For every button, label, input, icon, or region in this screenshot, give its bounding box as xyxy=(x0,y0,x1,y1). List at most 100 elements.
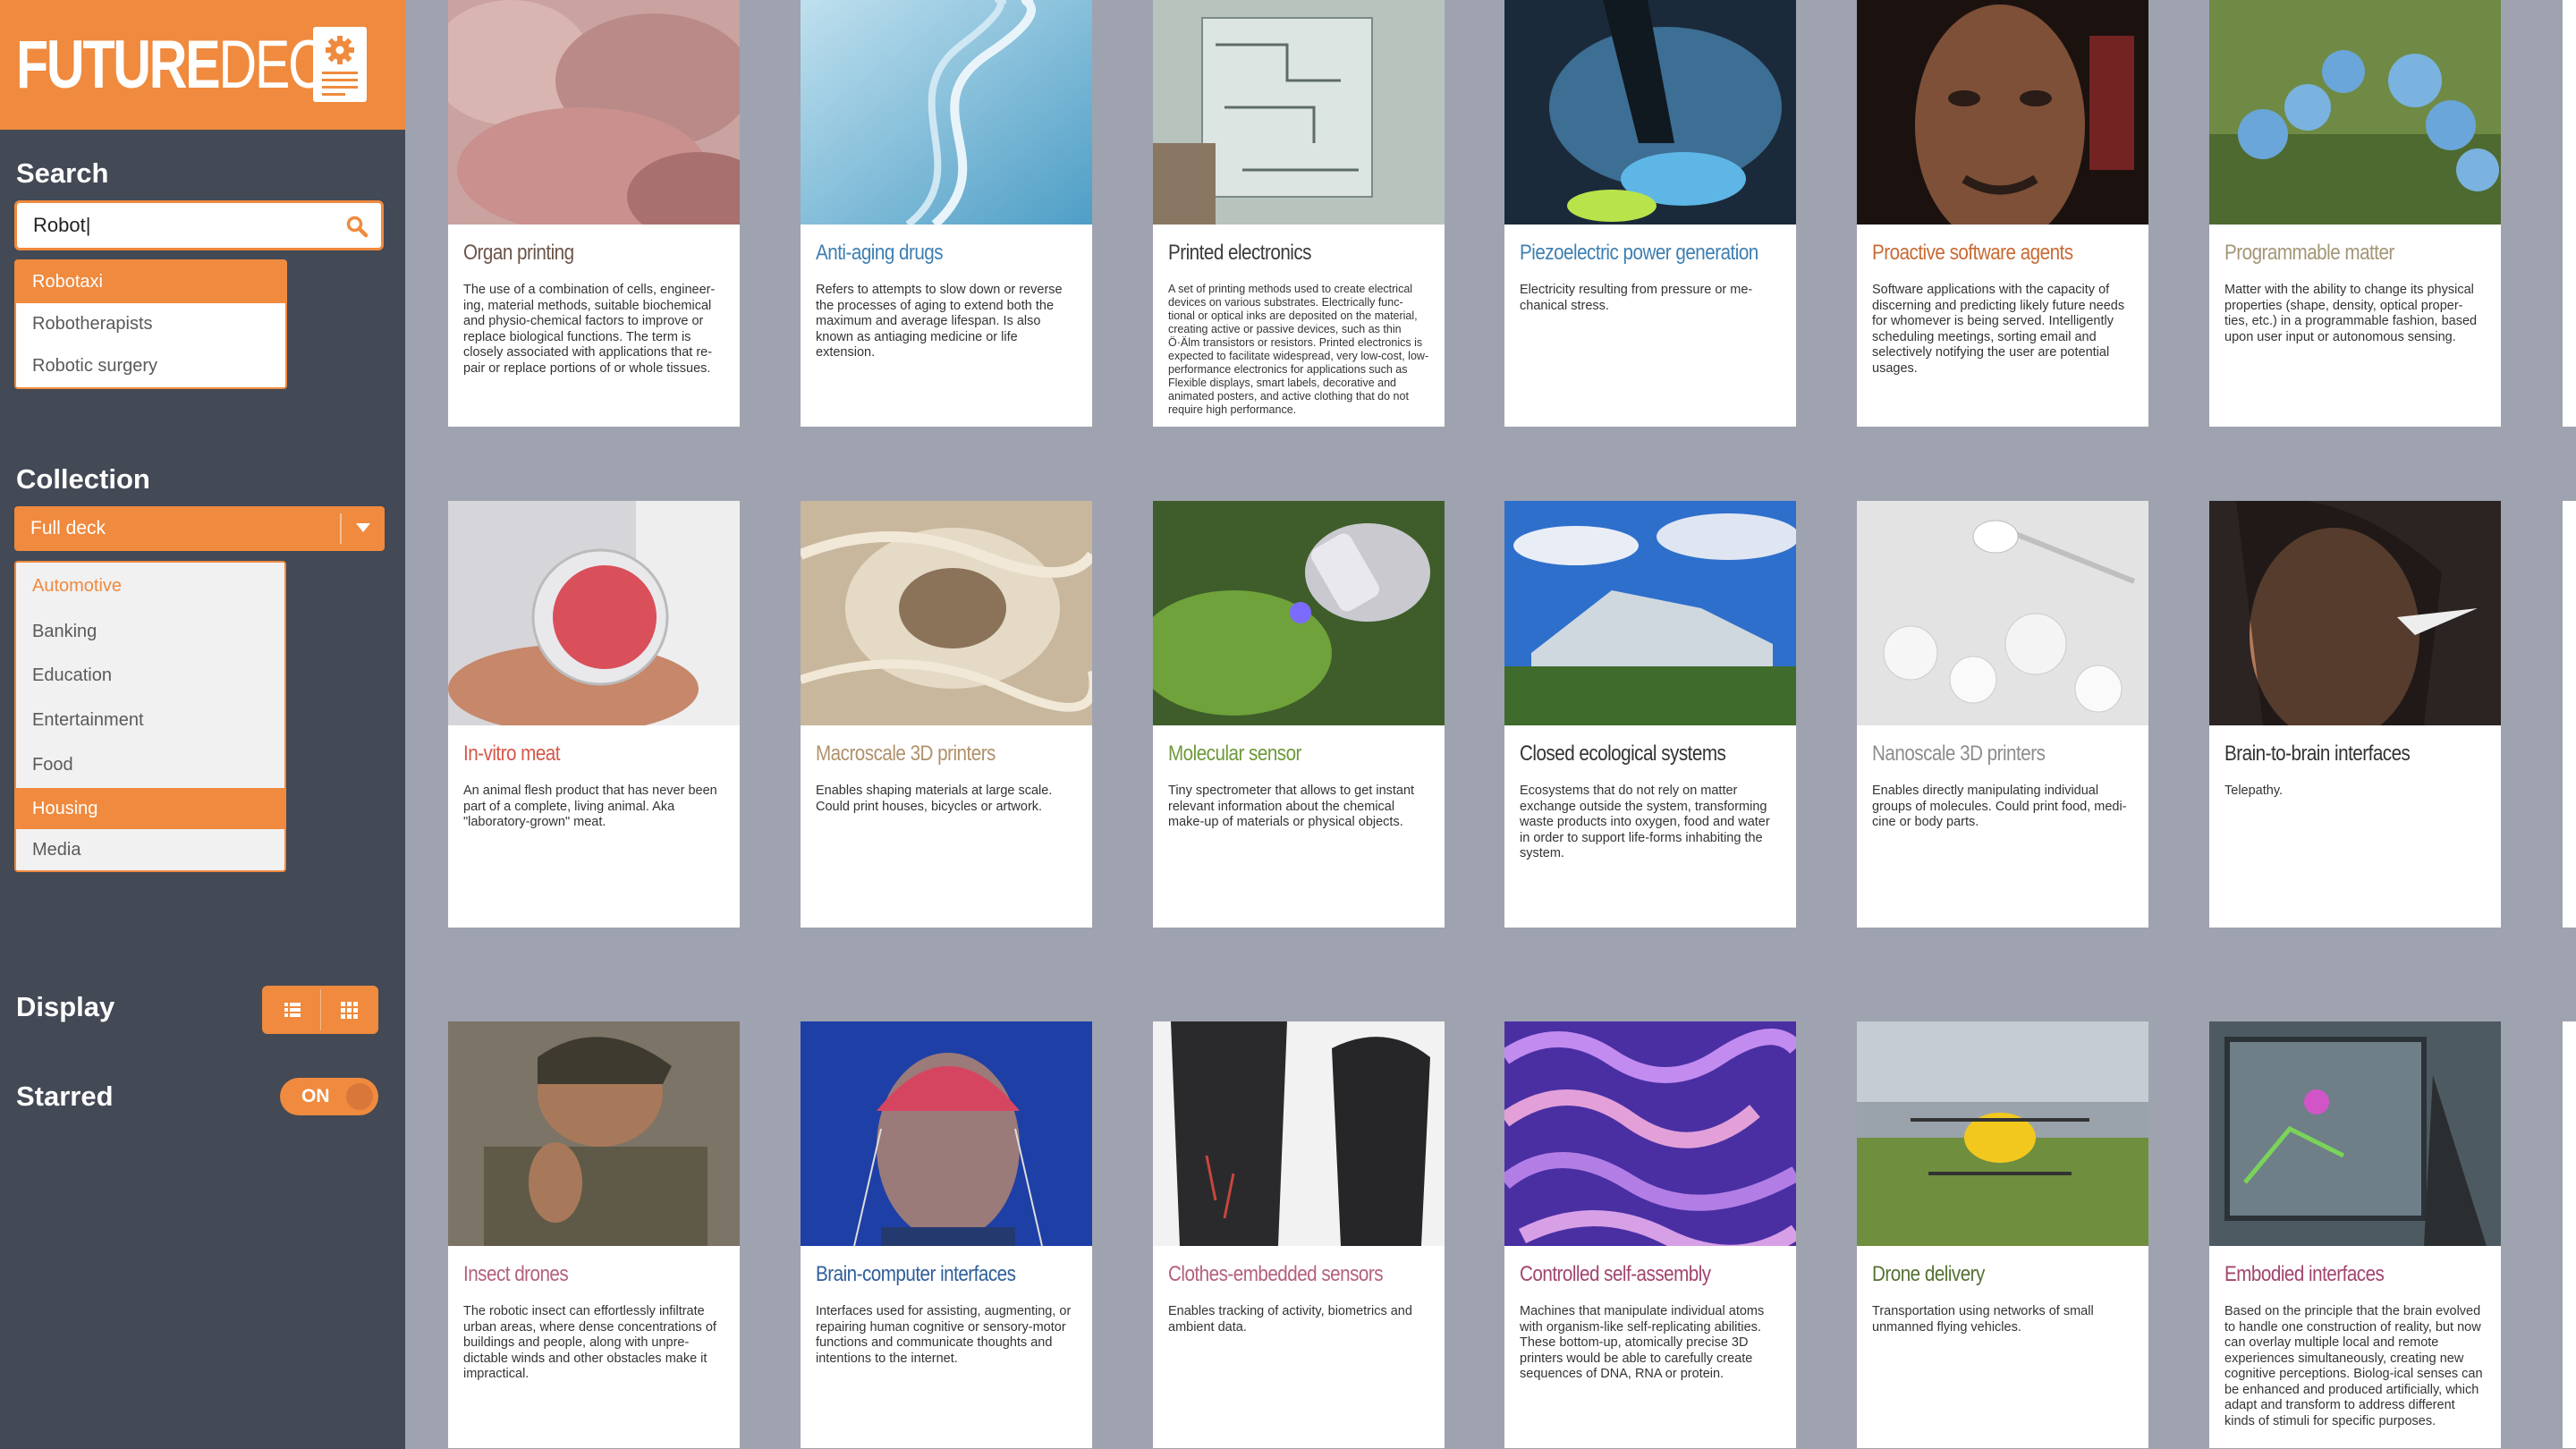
suggestion-robotic-surgery[interactable]: Robotic surgery xyxy=(16,345,285,387)
option-food[interactable]: Food xyxy=(16,742,284,788)
card-image-coral xyxy=(1504,1021,1796,1246)
card-molecular-sensor[interactable]: Molecular sensor Tiny spectrometer that … xyxy=(1153,501,1445,928)
card-drone-delivery[interactable]: Drone delivery Transportation using netw… xyxy=(1857,1021,2148,1448)
card-controlled-self-assembly[interactable]: Controlled self-assembly Machines that m… xyxy=(1504,1021,1796,1448)
card-title: Brain-computer interfaces xyxy=(816,1262,1016,1286)
grid-view-button[interactable] xyxy=(323,989,375,1030)
card-description: Software applications with the capacity … xyxy=(1872,283,2125,376)
card-macroscale-3d-printers[interactable]: Macroscale 3D printers Enables shaping m… xyxy=(801,501,1092,928)
card-description: Ecosystems that do not rely on matter ex… xyxy=(1520,784,1770,860)
card-description: Matter with the ability to change its ph… xyxy=(2224,283,2478,344)
card-stub xyxy=(2563,0,2576,427)
card-image-sensor xyxy=(1153,501,1445,725)
card-description: Enables directly manipulating individual… xyxy=(1872,784,2127,829)
card-programmable-matter[interactable]: Programmable matter Matter with the abil… xyxy=(2209,0,2501,427)
card-in-vitro-meat[interactable]: In-vitro meat An animal flesh product th… xyxy=(448,501,740,928)
display-heading: Display xyxy=(16,991,115,1022)
app-logo[interactable]: FUTUREDECK xyxy=(16,25,360,106)
card-stub xyxy=(2563,1021,2576,1448)
option-entertainment[interactable]: Entertainment xyxy=(16,698,284,742)
card-description: Machines that manipulate individual atom… xyxy=(1520,1304,1765,1381)
card-description: Enables tracking of activity, biometrics… xyxy=(1168,1304,1412,1335)
suggestion-robotaxi[interactable]: Robotaxi xyxy=(16,261,285,303)
card-description: Tiny spectrometer that allows to get ins… xyxy=(1168,784,1415,829)
collection-heading: Collection xyxy=(16,463,150,495)
option-automotive[interactable]: Automotive xyxy=(16,563,284,609)
card-stub xyxy=(2563,501,2576,928)
card-title: Drone delivery xyxy=(1872,1262,1985,1286)
option-banking[interactable]: Banking xyxy=(16,609,284,654)
card-image-nano xyxy=(1857,501,2148,725)
card-anti-aging-drugs[interactable]: Anti-aging drugs Refers to attempts to s… xyxy=(801,0,1092,427)
grid-view-icon xyxy=(341,1002,358,1019)
card-image-eeg xyxy=(801,1021,1092,1246)
brand-header: FUTUREDECK xyxy=(0,0,405,130)
search-icon[interactable] xyxy=(345,215,369,238)
card-brain-to-brain-interfaces[interactable]: Brain-to-brain interfaces Telepathy. xyxy=(2209,501,2501,928)
suggestion-robotherapists[interactable]: Robotherapists xyxy=(16,303,285,345)
card-title: Clothes-embedded sensors xyxy=(1168,1262,1384,1286)
option-housing[interactable]: Housing xyxy=(16,788,284,829)
option-media[interactable]: Media xyxy=(16,829,284,870)
card-title: Nanoscale 3D printers xyxy=(1872,741,2046,766)
card-title: Proactive software agents xyxy=(1872,241,2073,265)
search-field[interactable] xyxy=(14,200,384,250)
deck-settings-icon[interactable] xyxy=(313,27,367,102)
card-printed-electronics[interactable]: Printed electronics A set of printing me… xyxy=(1153,0,1445,427)
starred-switch[interactable]: ON xyxy=(280,1078,378,1115)
card-description: Telepathy. xyxy=(2224,784,2284,798)
card-brain-computer-interfaces[interactable]: Brain-computer interfaces Interfaces use… xyxy=(801,1021,1092,1448)
search-input[interactable] xyxy=(33,212,328,239)
option-education[interactable]: Education xyxy=(16,654,284,698)
card-title: Piezoelectric power generation xyxy=(1520,241,1758,265)
card-description: The robotic insect can effortlessly infi… xyxy=(463,1304,716,1381)
card-closed-ecological-systems[interactable]: Closed ecological systems Ecosystems tha… xyxy=(1504,501,1796,928)
card-image-organ xyxy=(448,0,740,225)
starred-heading: Starred xyxy=(16,1080,114,1112)
switch-label: ON xyxy=(301,1086,330,1106)
list-view-button[interactable] xyxy=(266,989,318,1030)
card-image-drone xyxy=(1857,1021,2148,1246)
chevron-down-icon[interactable] xyxy=(356,523,370,532)
collection-options: Automotive Banking Education Entertainme… xyxy=(14,561,286,872)
card-image-meat xyxy=(448,501,740,725)
card-clothes-embedded-sensors[interactable]: Clothes-embedded sensors Enables trackin… xyxy=(1153,1021,1445,1448)
card-image-woman xyxy=(2209,501,2501,725)
card-nanoscale-3d-printers[interactable]: Nanoscale 3D printers Enables directly m… xyxy=(1857,501,2148,928)
card-title: Closed ecological systems xyxy=(1520,741,1726,766)
card-image-dna xyxy=(801,0,1092,225)
card-title: Organ printing xyxy=(463,241,574,265)
card-piezoelectric-power[interactable]: Piezoelectric power generation Electrici… xyxy=(1504,0,1796,427)
card-image-biosphere xyxy=(1504,501,1796,725)
card-title: Macroscale 3D printers xyxy=(816,741,996,766)
card-description: Transportation using networks of small u… xyxy=(1872,1304,2094,1335)
list-view-icon xyxy=(284,1003,301,1017)
card-image-circuit xyxy=(1153,0,1445,225)
card-title: Controlled self-assembly xyxy=(1520,1262,1711,1286)
card-proactive-software-agents[interactable]: Proactive software agents Software appli… xyxy=(1857,0,2148,427)
display-toggle xyxy=(262,986,378,1034)
card-description: An animal flesh product that has never b… xyxy=(463,784,717,829)
card-description: Interfaces used for assisting, augmentin… xyxy=(816,1304,1072,1366)
search-suggestions: Robotaxi Robotherapists Robotic surgery xyxy=(14,259,287,389)
logo-bold: FUTURE xyxy=(16,27,221,103)
card-image-shirt xyxy=(1153,1021,1445,1246)
card-image-soldier xyxy=(448,1021,740,1246)
card-title: In-vitro meat xyxy=(463,741,561,766)
card-description: The use of a combination of cells, engin… xyxy=(463,283,716,376)
card-insect-drones[interactable]: Insect drones The robotic insect can eff… xyxy=(448,1021,740,1448)
card-image-face-hud xyxy=(1857,0,2148,225)
card-title: Printed electronics xyxy=(1168,241,1312,265)
card-title: Molecular sensor xyxy=(1168,741,1301,766)
card-description: A set of printing methods used to create… xyxy=(1168,283,1429,416)
card-embodied-interfaces[interactable]: Embodied interfaces Based on the princip… xyxy=(2209,1021,2501,1448)
card-title: Anti-aging drugs xyxy=(816,241,944,265)
card-title: Insect drones xyxy=(463,1262,569,1286)
card-title: Brain-to-brain interfaces xyxy=(2224,741,2411,766)
gear-icon xyxy=(326,36,354,64)
collection-select[interactable]: Full deck xyxy=(14,506,385,551)
card-description: Based on the principle that the brain ev… xyxy=(2224,1304,2483,1428)
switch-knob xyxy=(346,1083,373,1110)
card-title: Programmable matter xyxy=(2224,241,2394,265)
card-organ-printing[interactable]: Organ printing The use of a combination … xyxy=(448,0,740,427)
